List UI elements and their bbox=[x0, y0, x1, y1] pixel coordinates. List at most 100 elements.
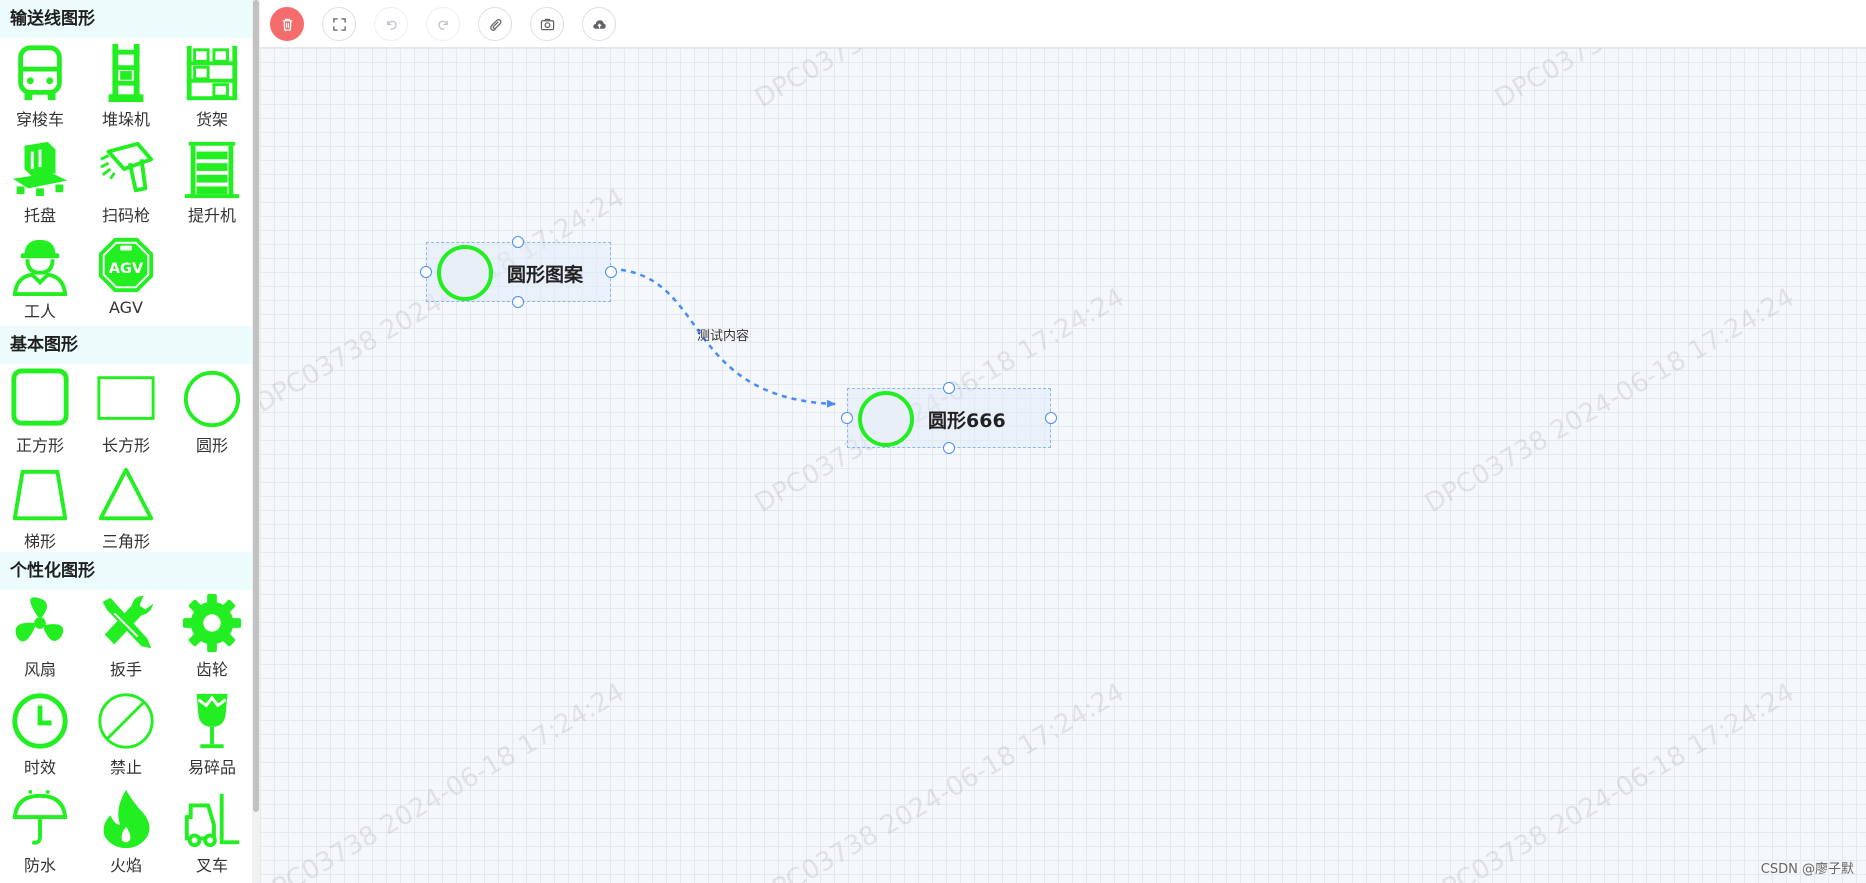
flame-icon bbox=[103, 789, 150, 849]
node-circle-shape bbox=[858, 391, 914, 447]
palette-item-fragile[interactable]: 易碎品 bbox=[172, 686, 252, 782]
palette-item-agv[interactable]: AGV AGV bbox=[86, 230, 166, 326]
palette-item-hoist[interactable]: 提升机 bbox=[172, 134, 252, 230]
svg-text:AGV: AGV bbox=[109, 261, 144, 277]
palette-item-label: 齿轮 bbox=[195, 660, 228, 679]
anchor-point[interactable] bbox=[943, 382, 955, 394]
anchor-point[interactable] bbox=[512, 296, 524, 308]
palette-item-label: 工人 bbox=[23, 302, 56, 321]
undo-icon bbox=[386, 20, 397, 30]
anchor-point[interactable] bbox=[512, 236, 524, 248]
shelf-icon bbox=[186, 45, 238, 101]
triangle-icon bbox=[98, 467, 154, 521]
palette-item-shelf[interactable]: 货架 bbox=[172, 38, 252, 134]
palette-item-label: 圆形 bbox=[195, 436, 228, 455]
anchor-point[interactable] bbox=[943, 442, 955, 454]
palette-item-label: 正方形 bbox=[15, 436, 64, 455]
palette-item-label: 风扇 bbox=[23, 660, 56, 679]
anchor-point[interactable] bbox=[841, 412, 853, 424]
palette-item-label: 禁止 bbox=[109, 758, 142, 777]
palette-item-waterproof[interactable]: 防水 bbox=[0, 784, 80, 880]
waterproof-icon bbox=[12, 789, 68, 845]
palette-item-rectangle[interactable]: 长方形 bbox=[86, 364, 166, 460]
palette-item-trapezoid[interactable]: 梯形 bbox=[0, 460, 80, 556]
palette-item-circle[interactable]: 圆形 bbox=[172, 364, 252, 460]
stacker-crane-icon bbox=[108, 43, 144, 103]
flow-canvas[interactable]: DPC03738 DPC03738 DPC03738 2024-06-18 17… bbox=[260, 48, 1866, 883]
pallet-icon bbox=[12, 141, 68, 197]
clock-icon bbox=[12, 693, 68, 749]
fit-view-button[interactable] bbox=[322, 7, 356, 41]
palette-item-label: AGV bbox=[108, 298, 143, 317]
node-label: 圆形666 bbox=[928, 410, 1006, 432]
anchor-point[interactable] bbox=[605, 266, 617, 278]
palette-item-shuttle-car[interactable]: 穿梭车 bbox=[0, 38, 80, 134]
wrench-icon bbox=[102, 595, 154, 649]
palette-item-label: 扫码枪 bbox=[101, 206, 150, 225]
sidebar-scrollbar-thumb[interactable] bbox=[253, 0, 259, 812]
category-header-conveyor[interactable]: 输送线图形 bbox=[0, 0, 252, 38]
palette-item-label: 三角形 bbox=[101, 532, 150, 551]
delete-button[interactable] bbox=[270, 7, 304, 41]
cloud-upload-icon bbox=[592, 19, 606, 29]
palette-item-label: 穿梭车 bbox=[15, 110, 64, 129]
anchor-point[interactable] bbox=[420, 266, 432, 278]
fan-icon bbox=[15, 597, 64, 642]
hoist-icon bbox=[184, 141, 240, 199]
palette-item-triangle[interactable]: 三角形 bbox=[86, 460, 166, 556]
barcode-scanner-icon bbox=[100, 141, 154, 193]
palette-item-fan[interactable]: 风扇 bbox=[0, 588, 80, 684]
palette-item-gear[interactable]: 齿轮 bbox=[172, 588, 252, 684]
edge-layer bbox=[610, 267, 836, 408]
palette-item-clock[interactable]: 时效 bbox=[0, 686, 80, 782]
palette-item-wrench[interactable]: 扳手 bbox=[86, 588, 166, 684]
palette-item-label: 托盘 bbox=[23, 206, 56, 225]
palette-item-label: 货架 bbox=[195, 110, 228, 129]
node-circle-shape bbox=[437, 245, 493, 301]
palette-item-label: 提升机 bbox=[187, 206, 236, 225]
screenshot-button[interactable] bbox=[530, 7, 564, 41]
fragile-icon bbox=[196, 693, 228, 749]
credit-text: CSDN @廖子默 bbox=[1760, 862, 1854, 877]
palette-item-label: 堆垛机 bbox=[101, 110, 150, 129]
node-label: 圆形图案 bbox=[507, 264, 584, 286]
undo-button[interactable] bbox=[374, 7, 408, 41]
palette-item-forklift[interactable]: 叉车 bbox=[172, 784, 252, 880]
forbidden-icon bbox=[98, 693, 154, 749]
edge-label[interactable]: 测试内容 bbox=[697, 325, 749, 344]
agv-icon: AGV bbox=[98, 237, 154, 293]
flow-node[interactable]: 圆形图案 bbox=[426, 242, 611, 302]
palette-item-label: 防水 bbox=[23, 856, 56, 875]
palette-item-label: 扳手 bbox=[109, 660, 142, 679]
redo-button[interactable] bbox=[426, 7, 460, 41]
palette-item-forbidden[interactable]: 禁止 bbox=[86, 686, 166, 782]
palette-item-worker[interactable]: 工人 bbox=[0, 230, 80, 326]
square-icon bbox=[11, 368, 69, 426]
palette-item-label: 梯形 bbox=[23, 532, 56, 551]
palette-item-label: 长方形 bbox=[101, 436, 150, 455]
category-header-basic[interactable]: 基本图形 bbox=[0, 326, 252, 364]
palette-item-barcode-scanner[interactable]: 扫码枪 bbox=[86, 134, 166, 230]
fullscreen-icon bbox=[332, 17, 346, 31]
anchor-point[interactable] bbox=[1045, 412, 1057, 424]
paperclip-icon bbox=[489, 18, 501, 31]
gear-icon bbox=[182, 593, 242, 653]
palette-item-label: 叉车 bbox=[195, 856, 228, 875]
flow-node[interactable]: 圆形666 bbox=[847, 388, 1051, 448]
editor-toolbar bbox=[260, 0, 1866, 48]
palette-item-label: 时效 bbox=[23, 758, 56, 777]
trash-icon bbox=[282, 18, 292, 31]
palette-item-flame[interactable]: 火焰 bbox=[86, 784, 166, 880]
palette-item-label: 易碎品 bbox=[187, 758, 236, 777]
trapezoid-icon bbox=[12, 469, 68, 521]
app-root: 输送线图形 穿梭车 堆垛机 货架 托盘 扫码枪 提升机 工人 AGV AGV 基… bbox=[0, 0, 1866, 883]
redo-icon bbox=[437, 20, 448, 30]
palette-item-square[interactable]: 正方形 bbox=[0, 364, 80, 460]
palette-item-stacker-crane[interactable]: 堆垛机 bbox=[86, 38, 166, 134]
palette-item-pallet[interactable]: 托盘 bbox=[0, 134, 80, 230]
category-header-custom[interactable]: 个性化图形 bbox=[0, 552, 252, 590]
camera-icon bbox=[540, 18, 554, 30]
attach-button[interactable] bbox=[478, 7, 512, 41]
upload-button[interactable] bbox=[582, 7, 616, 41]
shape-palette-sidebar: 输送线图形 穿梭车 堆垛机 货架 托盘 扫码枪 提升机 工人 AGV AGV 基… bbox=[0, 0, 252, 883]
